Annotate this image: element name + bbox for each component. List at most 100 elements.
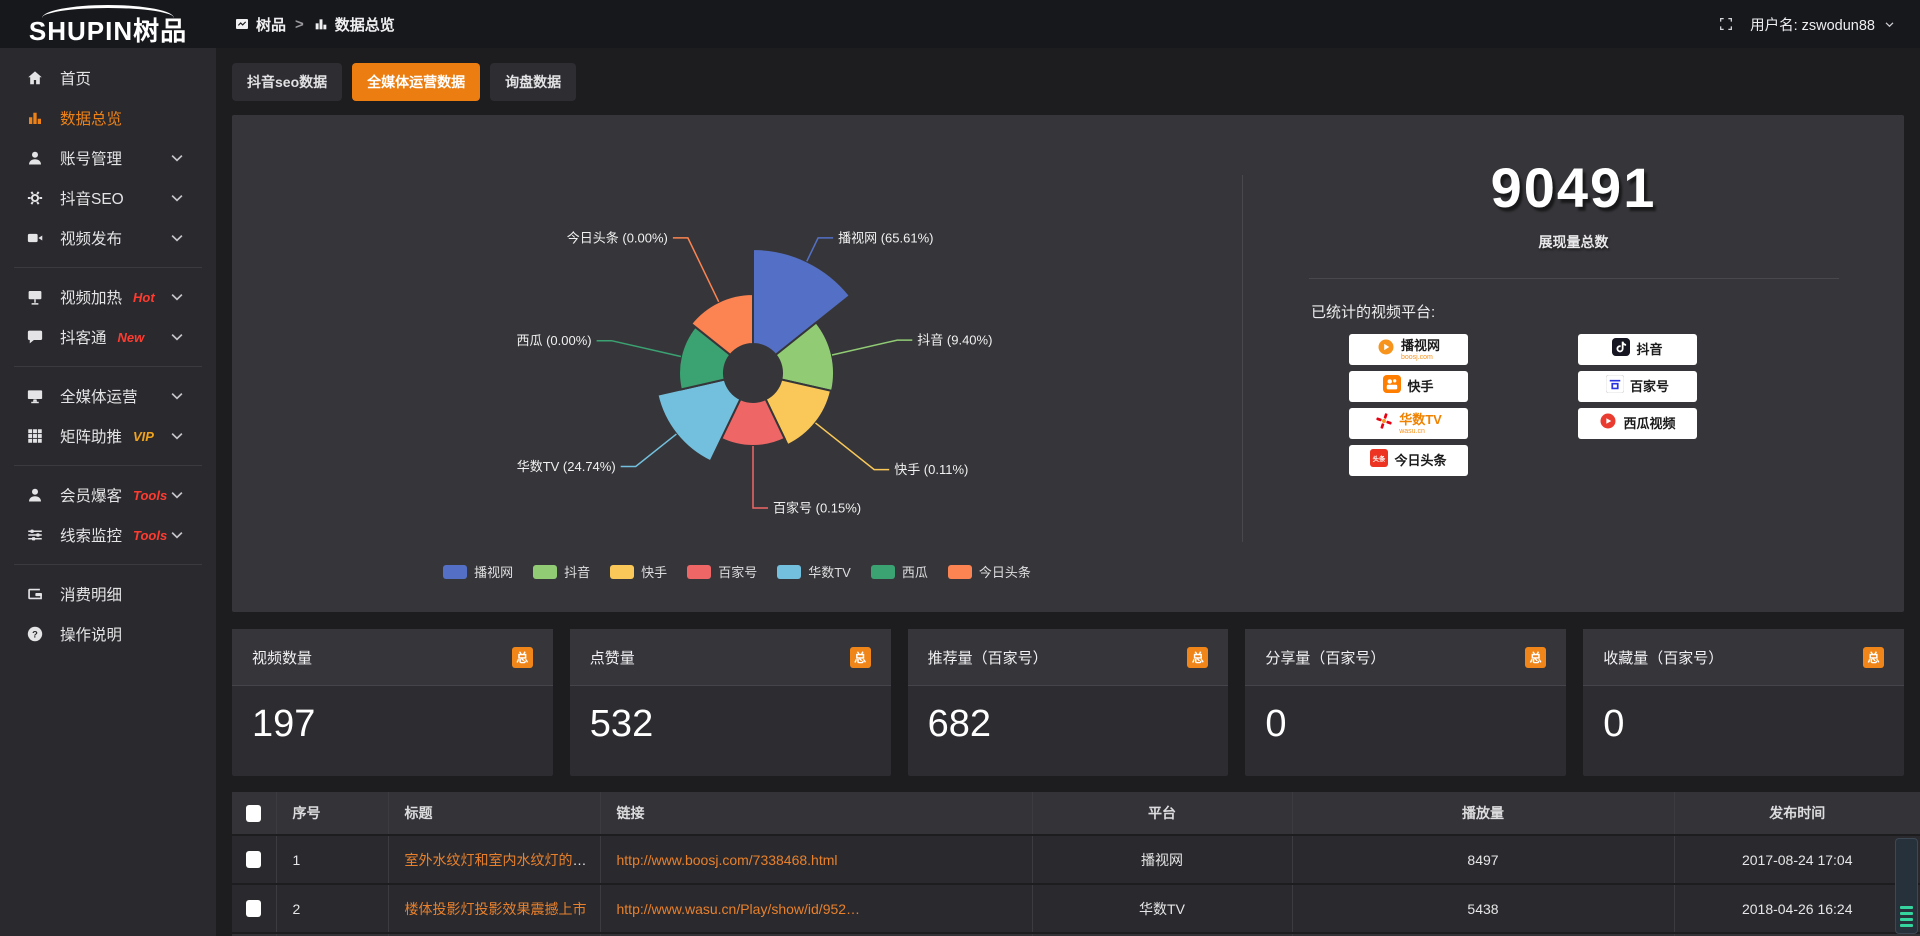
tab-inquiry-data[interactable]: 询盘数据 (490, 63, 576, 101)
platform-logo-今日头条[interactable]: 头条今日头条 (1349, 445, 1468, 476)
legend-item-百家号[interactable]: 百家号 (687, 562, 757, 581)
platform-logo-快手[interactable]: 快手 (1349, 371, 1468, 402)
sidebar-item-member-burst[interactable]: 会员爆客Tools (0, 475, 216, 515)
platform-glyph (1599, 412, 1617, 435)
total-badge[interactable]: 总 (1863, 647, 1884, 668)
sidebar-item-douketong[interactable]: 抖客通New (0, 317, 216, 357)
legend-item-快手[interactable]: 快手 (610, 562, 667, 581)
sidebar-item-label: 线索监控 (60, 524, 122, 546)
total-badge[interactable]: 总 (1525, 647, 1546, 668)
cell-num: 1 (276, 835, 388, 884)
sidebar-item-help[interactable]: ? 操作说明 (0, 614, 216, 654)
legend-item-抖音[interactable]: 抖音 (533, 562, 590, 581)
sidebar-item-video-publish[interactable]: 视频发布 (0, 218, 216, 258)
sidebar-item-badge: Tools (133, 528, 167, 543)
legend-item-播视网[interactable]: 播视网 (443, 562, 513, 581)
legend-label: 播视网 (474, 562, 513, 581)
sidebar-item-media-ops[interactable]: 全媒体运营 (0, 376, 216, 416)
col-header[interactable]: 序号 (276, 792, 388, 835)
table-header-checkbox (232, 792, 276, 835)
display-icon (26, 387, 44, 405)
pie-slice-华数TV[interactable] (658, 380, 741, 462)
platform-logo-西瓜视频[interactable]: 西瓜视频 (1578, 408, 1697, 439)
video-url-link[interactable]: http://www.wasu.cn/Play/show/id/952… (617, 901, 861, 917)
col-header[interactable]: 标题 (388, 792, 600, 835)
chevron-down-icon[interactable] (168, 486, 186, 504)
legend-item-西瓜[interactable]: 西瓜 (871, 562, 928, 581)
legend-label: 抖音 (564, 562, 590, 581)
pie-label: 华数TV (24.74%) (517, 459, 616, 474)
platform-logo-百家号[interactable]: 百家号 (1578, 371, 1697, 402)
main-content: 抖音seo数据全媒体运营数据询盘数据 播视网 (65.61%)抖音 (9.40%… (216, 48, 1920, 936)
sidebar-item-data-overview[interactable]: 数据总览 (0, 98, 216, 138)
sidebar-item-video-heat[interactable]: 视频加热Hot (0, 277, 216, 317)
platform-column: 播视网boosj.com 快手华数TVwasu.cn 头条今日头条 (1349, 334, 1468, 476)
sidebar-item-label: 操作说明 (60, 623, 122, 645)
chevron-down-icon[interactable] (168, 288, 186, 306)
platform-logo-华数TV[interactable]: 华数TVwasu.cn (1349, 408, 1468, 439)
logo-text: SHUPIN树品 (29, 17, 187, 46)
row-checkbox[interactable] (246, 851, 261, 868)
chevron-down-icon[interactable] (168, 387, 186, 405)
sidebar-item-matrix-boost[interactable]: 矩阵助推VIP (0, 416, 216, 456)
legend-item-华数TV[interactable]: 华数TV (777, 562, 851, 581)
svg-text:?: ? (32, 629, 38, 639)
sidebar-item-douyin-seo[interactable]: 抖音SEO (0, 178, 216, 218)
stat-card-title: 分享量（百家号） (1265, 647, 1385, 668)
col-header[interactable]: 播放量 (1292, 792, 1674, 835)
stat-card: 分享量（百家号）总0 (1245, 629, 1566, 776)
video-url-link[interactable]: http://www.boosj.com/7338468.html (617, 852, 838, 868)
rose-pie-chart[interactable]: 播视网 (65.61%)抖音 (9.40%)快手 (0.11%)百家号 (0.1… (232, 115, 1242, 612)
breadcrumb-item[interactable]: 数据总览 (313, 14, 395, 35)
username-label[interactable]: 用户名: zswodun88 (1750, 14, 1875, 35)
total-badge[interactable]: 总 (512, 647, 533, 668)
tab-bar: 抖音seo数据全媒体运营数据询盘数据 (232, 63, 1904, 101)
bar-chart-icon (313, 16, 329, 32)
total-badge[interactable]: 总 (1187, 647, 1208, 668)
sidebar-item-spend-detail[interactable]: 消费明细 (0, 574, 216, 614)
app-logo[interactable]: SHUPIN树品 (0, 3, 216, 46)
chevron-down-icon[interactable] (168, 328, 186, 346)
sidebar-item-account-manage[interactable]: 账号管理 (0, 138, 216, 178)
tab-douyin-seo-data[interactable]: 抖音seo数据 (232, 63, 342, 101)
chevron-down-icon[interactable] (1883, 18, 1896, 31)
video-title-link[interactable]: 楼体投影灯投影效果震撼上市 (405, 901, 587, 917)
cell-platform: 播视网 (1032, 835, 1292, 884)
legend-swatch (533, 565, 557, 579)
platform-column: 抖音百家号西瓜视频 (1578, 334, 1697, 476)
platform-logo-抖音[interactable]: 抖音 (1578, 334, 1697, 365)
breadcrumb-item[interactable]: 树品 (234, 14, 286, 35)
total-impressions-value: 90491 (1491, 155, 1657, 220)
sidebar-item-leads-monitor[interactable]: 线索监控 Tools (0, 515, 216, 555)
tab-media-ops-data[interactable]: 全媒体运营数据 (352, 63, 480, 101)
floating-widget[interactable] (1895, 838, 1918, 934)
chevron-down-icon[interactable] (168, 526, 186, 544)
stat-card-value: 682 (908, 686, 1229, 746)
legend-item-今日头条[interactable]: 今日头条 (948, 562, 1031, 581)
legend-label: 百家号 (718, 562, 757, 581)
chevron-down-icon[interactable] (168, 427, 186, 445)
col-header[interactable]: 发布时间 (1674, 792, 1920, 835)
video-title-link[interactable]: 室外水纹灯和室内水纹灯的区别和简介 (405, 852, 601, 868)
sidebar: 首页数据总览账号管理抖音SEO 视频发布视频加热Hot抖客通New 全媒体运营矩阵助… (0, 48, 216, 936)
chevron-down-icon[interactable] (168, 229, 186, 247)
platform-logo-播视网[interactable]: 播视网boosj.com (1349, 334, 1468, 365)
select-all-checkbox[interactable] (246, 805, 261, 822)
breadcrumb-label: 树品 (256, 14, 286, 35)
platform-name: 快手 (1407, 380, 1433, 393)
sidebar-item-home[interactable]: 首页 (0, 58, 216, 98)
fullscreen-icon[interactable] (1718, 16, 1734, 32)
sidebar-item-label: 抖音SEO (60, 187, 124, 209)
total-badge[interactable]: 总 (850, 647, 871, 668)
pie-label: 今日头条 (0.00%) (567, 230, 668, 245)
home-icon (26, 69, 44, 87)
topbar: SHUPIN树品 树品>数据总览 用户名: zswodun88 (0, 0, 1920, 48)
col-header[interactable]: 链接 (600, 792, 1032, 835)
breadcrumb: 树品>数据总览 (234, 14, 395, 35)
row-checkbox[interactable] (246, 900, 261, 917)
col-header[interactable]: 平台 (1032, 792, 1292, 835)
chevron-down-icon[interactable] (168, 149, 186, 167)
chevron-down-icon[interactable] (168, 189, 186, 207)
platform-sub: boosj.com (1401, 354, 1433, 361)
chart-legend: 播视网 抖音 快手 百家号 华数TV 西瓜 今日头条 (232, 562, 1242, 581)
